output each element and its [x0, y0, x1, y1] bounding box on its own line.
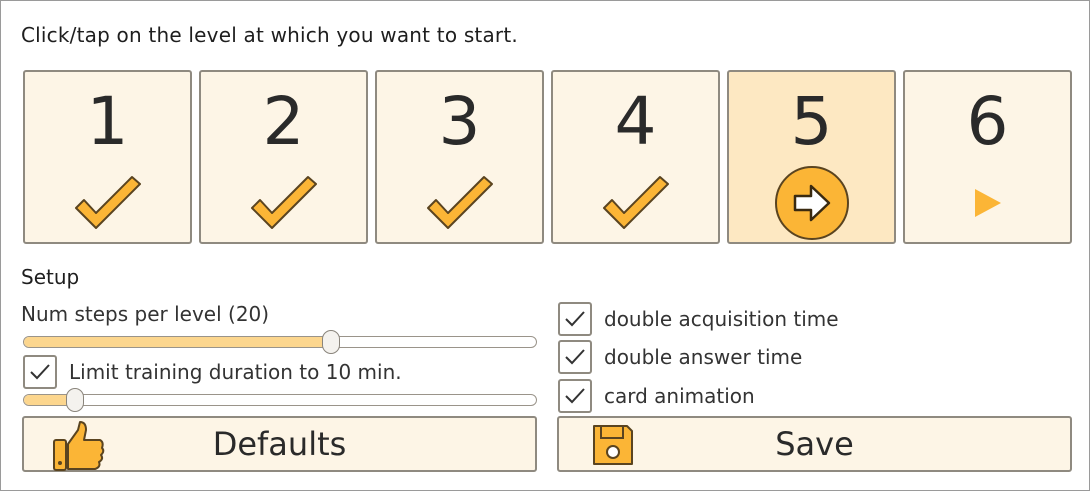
setup-heading: Setup [21, 265, 80, 289]
level-tile-1[interactable]: 1 [23, 70, 192, 244]
level-tile-6[interactable]: 6 [903, 70, 1072, 244]
level-tile-2[interactable]: 2 [199, 70, 368, 244]
level-number: 6 [966, 83, 1009, 160]
level-tile-4[interactable]: 4 [551, 70, 720, 244]
steps-per-level-slider[interactable] [23, 330, 537, 354]
option-row-double-answer[interactable]: double answer time [558, 340, 802, 374]
level-selection-panel: Click/tap on the level at which you want… [0, 0, 1090, 491]
double-acquisition-label: double acquisition time [604, 307, 839, 331]
level-tile-3[interactable]: 3 [375, 70, 544, 244]
checkmark-icon [30, 364, 50, 380]
level-tiles: 1 2 3 4 5 6 [23, 70, 1072, 244]
level-number: 5 [790, 83, 833, 160]
level-number: 1 [86, 83, 129, 160]
arrow-right-circle-icon [729, 166, 894, 240]
checkmark-icon [377, 168, 542, 238]
steps-per-level-label: Num steps per level (20) [21, 302, 270, 326]
instruction-text: Click/tap on the level at which you want… [21, 23, 518, 47]
limit-training-label: Limit training duration to 10 min. [69, 360, 402, 384]
checkmark-icon [553, 168, 718, 238]
option-row-card-animation[interactable]: card animation [558, 379, 755, 413]
level-tile-5[interactable]: 5 [727, 70, 896, 244]
double-answer-label: double answer time [604, 345, 803, 369]
level-number: 4 [614, 83, 657, 160]
limit-training-checkbox-row[interactable]: Limit training duration to 10 min. [23, 355, 402, 389]
checkmark-icon [565, 311, 585, 327]
training-duration-slider[interactable] [23, 388, 537, 412]
double-acquisition-checkbox[interactable] [558, 302, 592, 336]
level-number: 3 [438, 83, 481, 160]
double-answer-checkbox[interactable] [558, 340, 592, 374]
card-animation-label: card animation [604, 384, 755, 408]
defaults-button[interactable]: Defaults [22, 416, 537, 472]
play-triangle-icon [905, 168, 1070, 238]
slider-thumb[interactable] [322, 330, 341, 354]
save-label: Save [775, 425, 854, 463]
limit-training-checkbox[interactable] [23, 355, 57, 389]
slider-thumb[interactable] [66, 388, 85, 412]
checkmark-icon [565, 388, 585, 404]
option-row-double-acquisition[interactable]: double acquisition time [558, 302, 839, 336]
slider-fill [24, 337, 332, 347]
checkmark-icon [201, 168, 366, 238]
checkmark-icon [25, 168, 190, 238]
defaults-label: Defaults [212, 425, 347, 463]
checkmark-icon [565, 349, 585, 365]
card-animation-checkbox[interactable] [558, 379, 592, 413]
save-button[interactable]: Save [557, 416, 1072, 472]
level-number: 2 [262, 83, 305, 160]
